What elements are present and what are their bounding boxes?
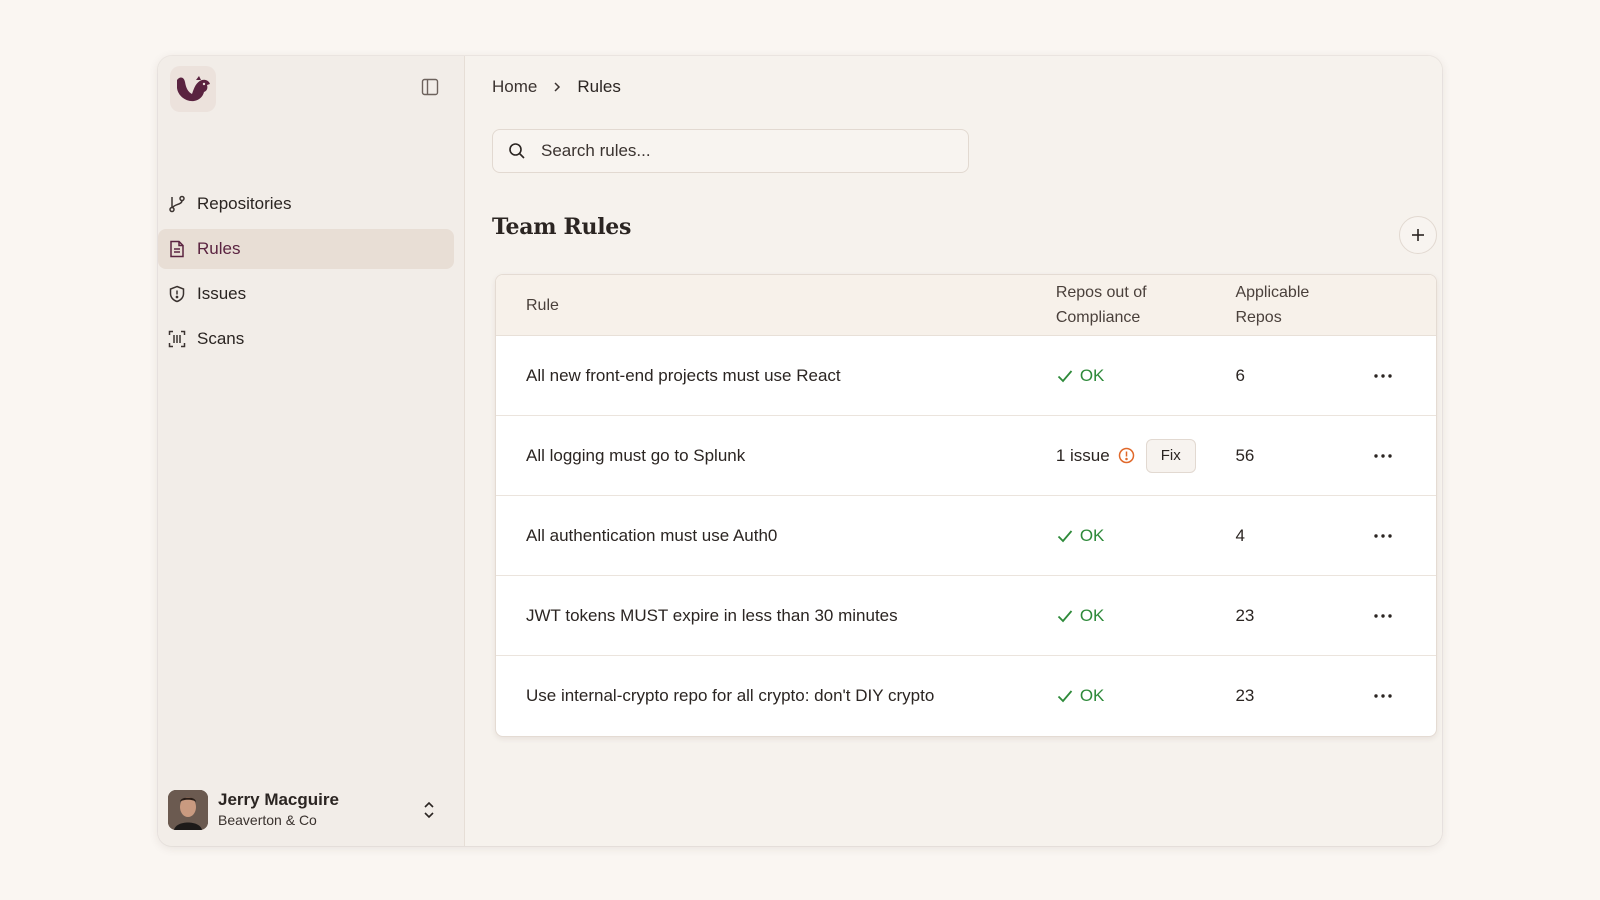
user-name: Jerry Macguire: [218, 790, 339, 809]
search-box: [492, 129, 969, 173]
sidebar-item-label: Rules: [197, 239, 241, 258]
user-org: Beaverton & Co: [218, 812, 317, 828]
column-header-rule[interactable]: Rule: [496, 293, 1056, 318]
more-options-icon[interactable]: [1368, 604, 1398, 628]
applicable-repos: 23: [1235, 605, 1255, 625]
column-header-compliance-line2: Compliance: [1055, 309, 1141, 326]
rule-name: All logging must go to Splunk: [526, 445, 746, 465]
status-text: OK: [1079, 605, 1105, 625]
check-icon: [1056, 527, 1074, 545]
applicable-repos: 56: [1235, 445, 1255, 465]
rules-table: Rule Repos out of Compliance Applicable …: [495, 274, 1437, 737]
breadcrumb-current: Rules: [577, 77, 621, 96]
more-options-icon[interactable]: [1368, 364, 1398, 388]
sidebar-item-label: Scans: [197, 329, 245, 348]
main-content: Home Rules Team Rules: [465, 56, 1442, 846]
sidebar-item-scans[interactable]: Scans: [158, 319, 454, 359]
document-icon: [168, 240, 186, 258]
table-header: Rule Repos out of Compliance Applicable …: [496, 275, 1436, 336]
search-input[interactable]: [541, 141, 941, 161]
status-text: OK: [1079, 686, 1105, 705]
more-options-icon[interactable]: [1368, 684, 1398, 708]
rule-name: All new front-end projects must use Reac…: [526, 365, 841, 385]
compliance-cell: OK: [1056, 366, 1236, 386]
column-header-compliance-line1: Repos out of: [1055, 284, 1147, 301]
issue-count: 1 issue: [1055, 445, 1110, 465]
status-ok: OK: [1056, 605, 1105, 626]
sidebar-panel-icon[interactable]: [419, 76, 441, 98]
column-header-applicable-line1: Applicable: [1235, 284, 1310, 301]
table-row[interactable]: All logging must go to Splunk 1 issue Fi…: [496, 416, 1436, 496]
table-row[interactable]: Use internal-crypto repo for all crypto:…: [496, 656, 1436, 736]
chevron-up-down-icon[interactable]: [419, 800, 439, 820]
sidebar-item-rules[interactable]: Rules: [158, 229, 454, 269]
sidebar-item-label: Repositories: [197, 194, 292, 213]
rule-name: JWT tokens MUST expire in less than 30 m…: [526, 605, 898, 625]
alert-circle-icon: [1118, 447, 1136, 465]
check-icon: [1056, 687, 1074, 705]
app-window: Repositories Rules Issues Scans Jerry Ma…: [158, 56, 1442, 846]
fix-button[interactable]: Fix: [1145, 438, 1196, 473]
column-header-compliance[interactable]: Repos out of Compliance: [1056, 280, 1236, 330]
user-menu[interactable]: Jerry Macguire Beaverton & Co: [168, 788, 453, 832]
column-header-applicable[interactable]: Applicable Repos: [1235, 280, 1366, 330]
scan-barcode-icon: [168, 330, 186, 348]
column-header-applicable-line2: Repos: [1235, 309, 1282, 326]
rule-name: Use internal-crypto repo for all crypto:…: [526, 686, 935, 705]
sidebar-item-repositories[interactable]: Repositories: [158, 184, 454, 224]
status-ok: OK: [1056, 365, 1105, 386]
breadcrumb: Home Rules: [492, 77, 621, 97]
compliance-cell: 1 issue Fix: [1055, 438, 1236, 473]
status-ok: OK: [1056, 686, 1105, 706]
compliance-cell: OK: [1056, 526, 1236, 546]
search-icon: [507, 141, 527, 161]
table-row[interactable]: All new front-end projects must use Reac…: [496, 336, 1436, 416]
rule-name: All authentication must use Auth0: [526, 525, 778, 545]
status-text: OK: [1079, 365, 1105, 385]
applicable-repos: 4: [1235, 525, 1245, 545]
more-options-icon[interactable]: [1368, 524, 1398, 548]
shield-alert-icon: [168, 285, 186, 303]
check-icon: [1056, 607, 1074, 625]
compliance-cell: OK: [1056, 686, 1236, 706]
sidebar-item-label: Issues: [197, 284, 247, 303]
sidebar: Repositories Rules Issues Scans Jerry Ma…: [158, 56, 465, 846]
chevron-right-icon: [553, 81, 561, 93]
table-row[interactable]: JWT tokens MUST expire in less than 30 m…: [496, 576, 1436, 656]
compliance-cell: OK: [1056, 606, 1236, 626]
breadcrumb-home[interactable]: Home: [492, 77, 537, 97]
add-rule-button[interactable]: [1399, 216, 1437, 254]
git-branch-icon: [168, 195, 186, 213]
avatar: [168, 790, 208, 830]
sidebar-nav: Repositories Rules Issues Scans: [158, 184, 464, 364]
page-title: Team Rules: [492, 214, 632, 240]
status-text: OK: [1079, 525, 1105, 545]
more-options-icon[interactable]: [1368, 444, 1398, 468]
table-row[interactable]: All authentication must use Auth0 OK 4: [496, 496, 1436, 576]
applicable-repos: 6: [1235, 365, 1245, 385]
sidebar-item-issues[interactable]: Issues: [158, 274, 454, 314]
check-icon: [1056, 367, 1074, 385]
applicable-repos: 23: [1235, 686, 1255, 705]
plus-icon: [1412, 229, 1424, 241]
beaver-logo-icon[interactable]: [170, 66, 216, 112]
status-ok: OK: [1056, 525, 1105, 546]
